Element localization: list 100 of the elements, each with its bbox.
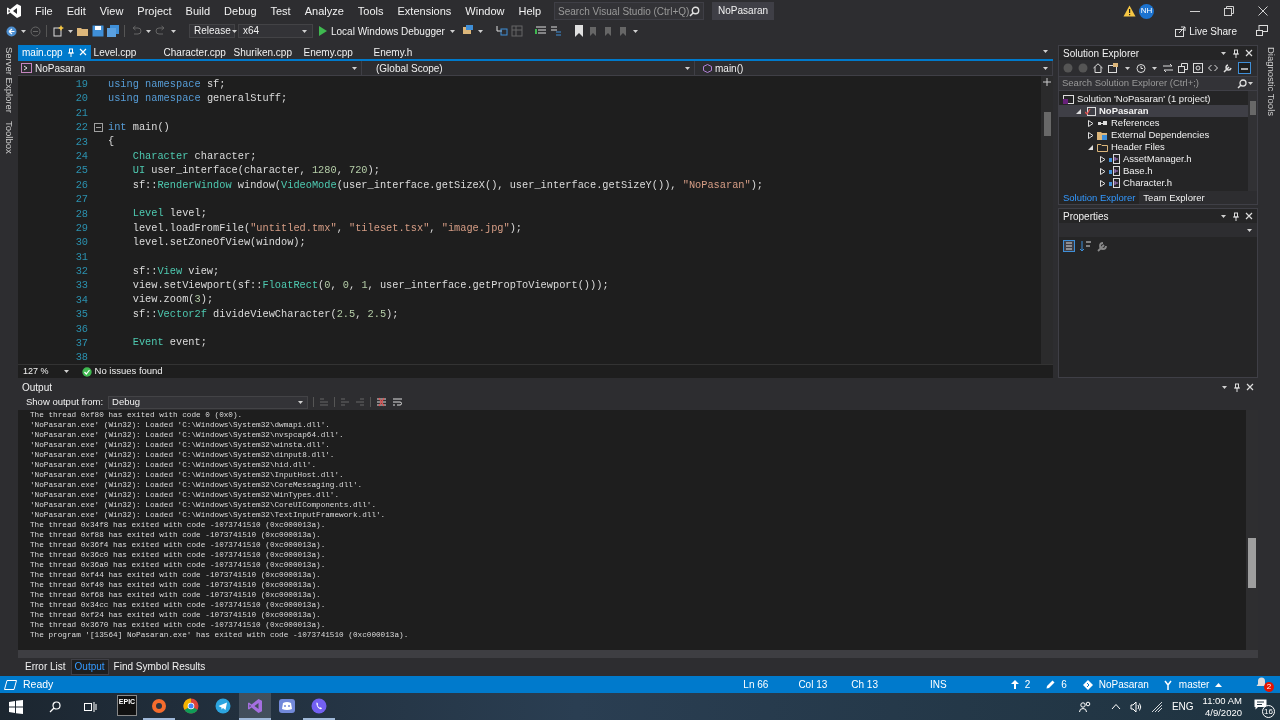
tree-item[interactable]: NoPasaran	[1059, 105, 1248, 117]
repository-button[interactable]: NoPasaran	[1082, 677, 1149, 692]
tree-item[interactable]: References	[1059, 117, 1248, 129]
clear-all-icon[interactable]	[376, 396, 388, 408]
close-icon[interactable]	[1245, 49, 1253, 57]
menu-item[interactable]: Test	[263, 0, 298, 22]
scrollbar-thumb[interactable]	[1043, 112, 1051, 136]
panel-tab[interactable]: Error List	[22, 660, 69, 674]
menu-item[interactable]: Project	[130, 0, 179, 22]
menu-item[interactable]: Build	[178, 0, 218, 22]
sync-icon[interactable]	[1108, 63, 1119, 73]
dropdown-caret-icon[interactable]	[67, 27, 74, 35]
folder-icon[interactable]	[77, 25, 89, 37]
menu-item[interactable]: Debug	[217, 0, 264, 22]
close-icon[interactable]	[1258, 6, 1268, 16]
expanded-arrow-icon[interactable]	[1087, 143, 1094, 151]
side-tab[interactable]: Toolbox	[0, 121, 19, 154]
app-logo-icon[interactable]	[6, 3, 22, 19]
pending-changes-button[interactable]: 6	[1046, 677, 1067, 692]
search-field[interactable]: Search Visual Studio (Ctrl+Q)	[554, 2, 705, 20]
pin-icon[interactable]	[1232, 48, 1240, 58]
step-icon[interactable]	[495, 25, 508, 37]
live-share-button[interactable]: Live Share	[1173, 24, 1239, 38]
close-icon[interactable]	[1246, 383, 1254, 391]
search-field[interactable]: Search Solution Explorer (Ctrl+;)	[1059, 76, 1257, 91]
history-icon[interactable]	[1136, 63, 1146, 73]
preview-toggle-icon[interactable]	[1238, 62, 1251, 74]
platform-dropdown[interactable]: x64	[238, 24, 313, 38]
side-tab[interactable]: Diagnostic Tools	[1261, 47, 1280, 116]
bookmark-icon[interactable]	[573, 25, 584, 37]
side-tab[interactable]: Server Explorer	[0, 47, 19, 113]
scope-dropdown[interactable]: (Global Scope)	[362, 61, 695, 75]
zoom-dropdown[interactable]: 127 %	[21, 365, 72, 378]
save-icon[interactable]	[92, 25, 104, 37]
chevron-up-icon[interactable]	[1110, 703, 1121, 710]
dropdown-caret-icon[interactable]	[170, 27, 177, 35]
document-tab[interactable]: Shuriken.cpp	[230, 45, 301, 59]
document-tab[interactable]: Character.cpp	[160, 45, 231, 59]
word-wrap-icon[interactable]	[392, 396, 404, 408]
restore-icon[interactable]	[1224, 6, 1234, 16]
warning-icon[interactable]	[1123, 5, 1136, 17]
configuration-dropdown[interactable]: Release	[189, 24, 235, 38]
comment-icon[interactable]	[549, 25, 562, 37]
dropdown-caret-icon[interactable]	[1221, 383, 1228, 391]
menu-item[interactable]: Edit	[59, 0, 93, 22]
menu-item[interactable]: Extensions	[390, 0, 459, 22]
home-icon[interactable]	[1093, 63, 1103, 73]
menu-item[interactable]: View	[92, 0, 131, 22]
horizontal-scrollbar[interactable]	[18, 650, 1258, 658]
list-icon[interactable]	[534, 25, 547, 37]
clock[interactable]: 11:00 AM 4/9/2020	[1202, 694, 1242, 719]
four-squares-icon[interactable]	[9, 699, 23, 714]
dropdown-caret-icon[interactable]	[1151, 64, 1158, 72]
tree-item[interactable]: Character.h	[1059, 177, 1248, 189]
language-indicator[interactable]: ENG	[1171, 699, 1194, 714]
document-tab[interactable]: Level.cpp	[90, 45, 161, 59]
save-all-icon[interactable]	[107, 25, 119, 37]
menu-item[interactable]: File	[28, 0, 60, 22]
member-dropdown[interactable]: main()	[695, 61, 1053, 75]
project-dropdown[interactable]: NoPasaran	[18, 61, 362, 75]
speaker-icon[interactable]	[1129, 700, 1142, 713]
scrollbar-thumb[interactable]	[1248, 538, 1256, 588]
copy-icon[interactable]	[1178, 63, 1188, 73]
feedback-icon[interactable]	[1256, 25, 1268, 37]
categorized-icon[interactable]	[1063, 240, 1075, 252]
branch-button[interactable]: master	[1162, 677, 1223, 692]
menu-item[interactable]: Tools	[350, 0, 391, 22]
avatar[interactable]: NH	[1139, 3, 1154, 19]
scrollbar-thumb[interactable]	[1249, 101, 1256, 115]
wifi-icon[interactable]	[1150, 700, 1163, 713]
tree-item[interactable]: Header Files	[1059, 141, 1248, 153]
task-view-icon[interactable]	[84, 700, 97, 713]
expanded-arrow-icon[interactable]	[1075, 107, 1082, 115]
document-tab[interactable]: Enemy.h	[370, 45, 441, 59]
unpushed-commits-button[interactable]: 2	[1010, 677, 1031, 692]
output-source-dropdown[interactable]: Debug	[108, 395, 309, 409]
pin-icon[interactable]	[1233, 382, 1241, 392]
dropdown-caret-icon[interactable]	[631, 27, 639, 35]
wrench-icon[interactable]	[1223, 63, 1233, 73]
dropdown-caret-icon[interactable]	[20, 27, 27, 35]
dropdown-caret-icon[interactable]	[476, 27, 484, 35]
document-tab[interactable]: Enemy.cpp	[300, 45, 371, 59]
menu-item[interactable]: Analyze	[297, 0, 351, 22]
wrench-icon[interactable]	[1097, 240, 1109, 252]
close-icon[interactable]	[1245, 212, 1253, 220]
dropdown-caret-icon[interactable]	[145, 27, 152, 35]
collapse-icon[interactable]	[93, 122, 103, 132]
menu-item[interactable]: Window	[458, 0, 512, 22]
panel-tab[interactable]: Solution Explorer	[1059, 191, 1140, 204]
panel-tab[interactable]: Team Explorer	[1139, 191, 1209, 204]
pin-icon[interactable]	[1232, 211, 1240, 221]
tree-item[interactable]: Base.h	[1059, 165, 1248, 177]
dropdown-caret-icon[interactable]	[1220, 49, 1227, 57]
tree-item[interactable]: Solution 'NoPasaran' (1 project)	[1059, 93, 1248, 105]
action-center-button[interactable]: 16	[1254, 698, 1272, 715]
dropdown-caret-icon[interactable]	[1042, 48, 1049, 55]
tree-item[interactable]: External Dependencies	[1059, 129, 1248, 141]
new-item-icon[interactable]	[52, 25, 64, 37]
sort-icon[interactable]	[1080, 240, 1092, 252]
tree-item[interactable]: AssetManager.h	[1059, 153, 1248, 165]
